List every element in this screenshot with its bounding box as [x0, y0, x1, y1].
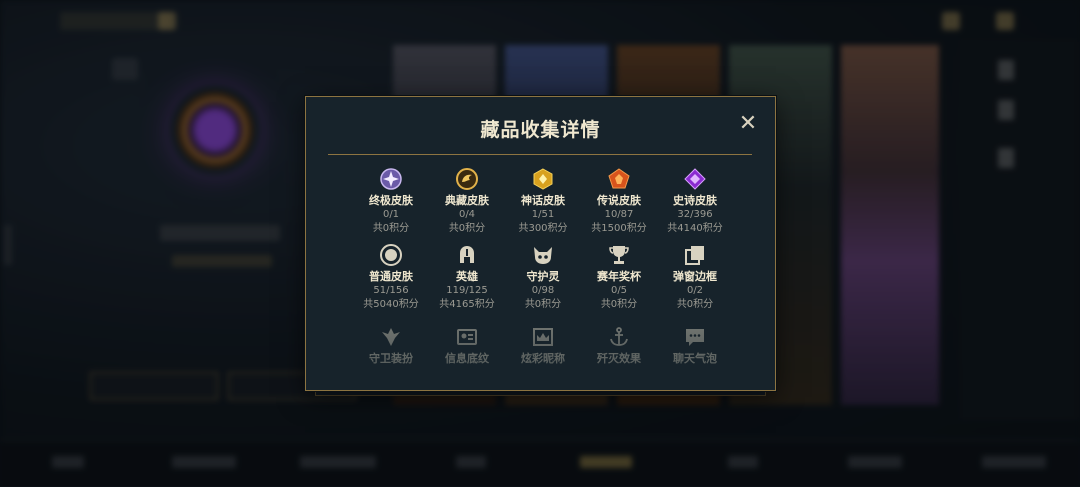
category-item[interactable]: 守护灵 0/98 共0积分 [505, 243, 581, 312]
champion-helmet-icon [460, 246, 474, 263]
popup-frame-icon [685, 246, 704, 265]
prestige-skin-icon [456, 168, 478, 190]
category-name: 歼灭效果 [597, 352, 641, 365]
collection-details-dialog: 藏品收集详情 ✕ 终极皮肤 0/1 共0积分 典藏皮肤 0/4 共0积分 神话皮… [305, 96, 776, 391]
category-progress: 1/51 [531, 209, 555, 220]
crown-nameplate-icon [533, 328, 553, 346]
category-item[interactable]: 英雄 119/125 共4165积分 [429, 243, 505, 312]
category-item[interactable]: 信息底纹 [429, 325, 505, 366]
info-card-icon [457, 329, 477, 345]
category-progress: 0/1 [382, 209, 400, 220]
category-points: 共4140积分 [667, 223, 723, 234]
category-progress: 0/4 [458, 209, 476, 220]
category-name: 守护灵 [526, 270, 560, 283]
category-progress: 0/5 [610, 285, 628, 296]
ultimate-skin-icon [380, 168, 402, 190]
chat-bubble-icon [686, 329, 704, 346]
epic-skin-icon [684, 168, 706, 190]
category-name: 普通皮肤 [369, 270, 413, 283]
close-icon[interactable]: ✕ [737, 113, 759, 135]
category-item[interactable]: 守卫装扮 [353, 325, 429, 366]
category-name: 弹窗边框 [673, 270, 717, 283]
anchor-icon [610, 327, 628, 346]
category-item[interactable]: 歼灭效果 [581, 325, 657, 366]
category-points: 共0积分 [372, 223, 410, 234]
category-name: 信息底纹 [445, 352, 489, 365]
category-item[interactable]: 普通皮肤 51/156 共5040积分 [353, 243, 429, 312]
normal-skin-icon [380, 244, 402, 266]
category-progress: 10/87 [604, 209, 634, 220]
category-progress: 32/396 [677, 209, 713, 220]
category-item[interactable]: 赛年奖杯 0/5 共0积分 [581, 243, 657, 312]
category-item[interactable]: 传说皮肤 10/87 共1500积分 [581, 167, 657, 236]
category-points: 共0积分 [524, 299, 562, 310]
ward-skin-icon [382, 328, 400, 346]
category-points: 共0积分 [448, 223, 486, 234]
category-progress: 0/98 [531, 285, 555, 296]
legendary-skin-icon [608, 168, 630, 189]
category-points: 共0积分 [600, 299, 638, 310]
category-item[interactable]: 史诗皮肤 32/396 共4140积分 [657, 167, 733, 236]
category-points: 共0积分 [676, 299, 714, 310]
category-points: 共4165积分 [439, 299, 495, 310]
category-progress: 0/2 [686, 285, 704, 296]
category-item[interactable]: 炫彩昵称 [505, 325, 581, 366]
category-progress: 51/156 [373, 285, 409, 296]
category-name: 史诗皮肤 [673, 194, 717, 207]
category-points: 共1500积分 [591, 223, 647, 234]
category-name: 炫彩昵称 [521, 352, 565, 365]
title-divider [328, 154, 752, 155]
category-name: 传说皮肤 [597, 194, 641, 207]
category-item[interactable]: 终极皮肤 0/1 共0积分 [353, 167, 429, 236]
dialog-title: 藏品收集详情 [480, 119, 601, 141]
category-item[interactable]: 典藏皮肤 0/4 共0积分 [429, 167, 505, 236]
category-item[interactable]: 弹窗边框 0/2 共0积分 [657, 243, 733, 312]
trophy-icon [609, 246, 629, 264]
category-name: 聊天气泡 [673, 352, 717, 365]
category-name: 守卫装扮 [369, 352, 413, 365]
category-points: 共300积分 [518, 223, 568, 234]
mythic-skin-icon [533, 168, 553, 190]
category-name: 赛年奖杯 [597, 270, 641, 283]
category-progress: 119/125 [446, 285, 488, 296]
category-name: 神话皮肤 [521, 194, 565, 207]
category-name: 终极皮肤 [369, 194, 413, 207]
category-name: 典藏皮肤 [445, 194, 489, 207]
category-points: 共5040积分 [363, 299, 419, 310]
category-item[interactable]: 聊天气泡 [657, 325, 733, 366]
category-name: 英雄 [456, 270, 478, 283]
guardian-icon [534, 247, 552, 264]
category-item[interactable]: 神话皮肤 1/51 共300积分 [505, 167, 581, 236]
